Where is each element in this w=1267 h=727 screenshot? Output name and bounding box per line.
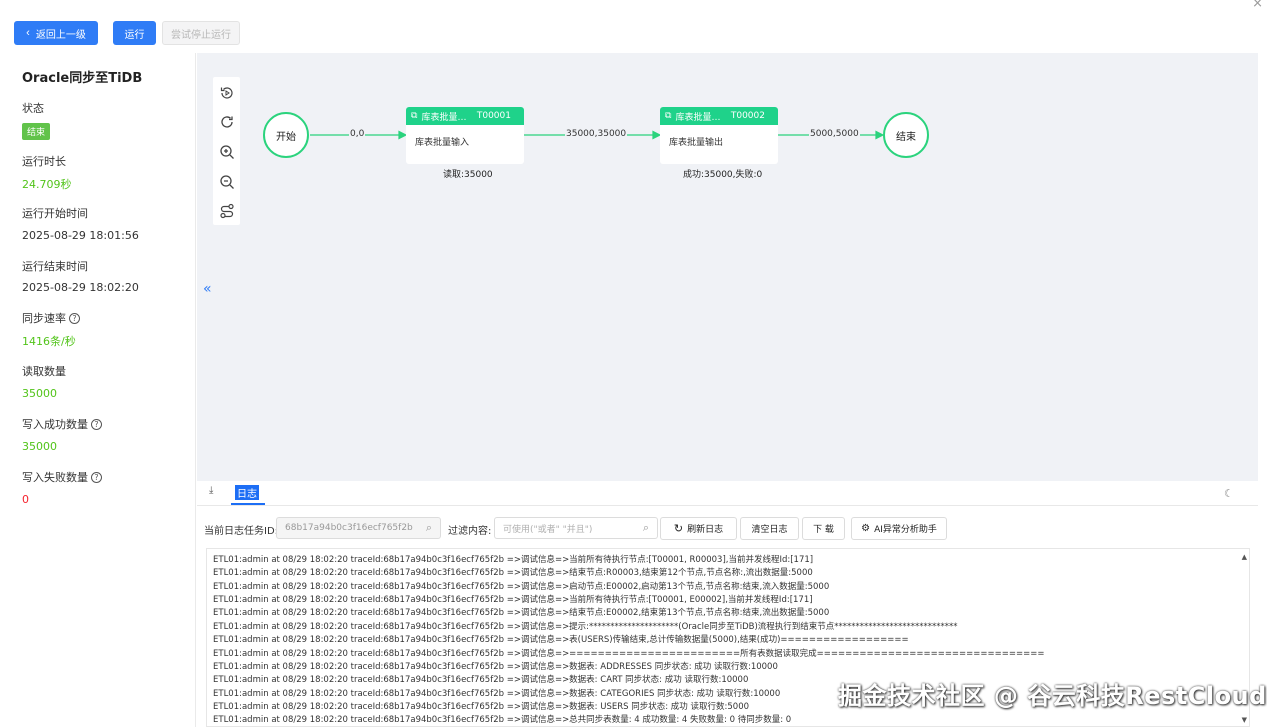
write-success-value: 35000 bbox=[22, 440, 57, 453]
task-node-header: ⧉ 库表批量… T00001 bbox=[406, 107, 524, 125]
refresh-icon: ↻ bbox=[673, 522, 684, 535]
search-icon[interactable]: ⌕ bbox=[643, 521, 649, 535]
start-node[interactable]: 开始 bbox=[263, 112, 309, 158]
end-time-label: 运行结束时间 bbox=[22, 260, 88, 273]
help-icon[interactable]: ? bbox=[69, 312, 80, 324]
log-line: ETL01:admin at 08/29 18:02:20 traceId:68… bbox=[213, 635, 909, 645]
tab-log[interactable]: 日志 bbox=[235, 485, 259, 500]
start-time-value: 2025-08-29 18:01:56 bbox=[22, 229, 139, 242]
gear-icon: ⚙ bbox=[861, 523, 871, 534]
back-button[interactable]: ‹ 返回上一级 bbox=[14, 21, 98, 45]
stop-button[interactable]: 尝试停止运行 bbox=[162, 21, 240, 45]
table-icon: ⧉ bbox=[665, 111, 672, 121]
task-node-title: 库表批量… bbox=[675, 112, 721, 123]
scroll-up-icon[interactable]: ▲ bbox=[1242, 553, 1247, 561]
status-badge: 结束 bbox=[22, 123, 51, 140]
task-id-value: 68b17a94b0c3f16ecf765f2b bbox=[285, 523, 413, 533]
filter-placeholder: 可使用("或者" "并且") bbox=[503, 524, 593, 535]
edge-label-middle: 35000,35000 bbox=[565, 129, 628, 139]
scroll-down-icon[interactable]: ▼ bbox=[1242, 716, 1247, 724]
write-fail-label-text: 写入失败数量 bbox=[22, 471, 88, 484]
chevron-left-icon: ‹ bbox=[26, 27, 30, 39]
status-label: 状态 bbox=[22, 102, 44, 115]
task-id-input[interactable]: 68b17a94b0c3f16ecf765f2b ⌕ bbox=[276, 517, 441, 539]
log-line: ETL01:admin at 08/29 18:02:20 traceId:68… bbox=[213, 675, 749, 685]
task-node-t00001[interactable]: ⧉ 库表批量… T00001 库表批量输入 bbox=[406, 107, 524, 164]
sync-rate-label: 同步速率 ? bbox=[22, 310, 80, 326]
top-toolbar: ‹ 返回上一级 运行 尝试停止运行 × bbox=[0, 0, 1267, 52]
sync-rate-label-text: 同步速率 bbox=[22, 312, 66, 325]
log-line: ETL01:admin at 08/29 18:02:20 traceId:68… bbox=[213, 715, 792, 725]
log-line: ETL01:admin at 08/29 18:02:20 traceId:68… bbox=[213, 622, 958, 632]
log-line: ETL01:admin at 08/29 18:02:20 traceId:68… bbox=[213, 702, 750, 712]
task-node-t00002[interactable]: ⧉ 库表批量… T00002 库表批量输出 bbox=[660, 107, 778, 164]
ai-assistant-label: AI异常分析助手 bbox=[874, 525, 937, 535]
back-button-label: 返回上一级 bbox=[35, 29, 86, 41]
watermark: 掘金技术社区 @ 谷云科技RestCloud bbox=[838, 682, 1267, 710]
close-icon[interactable]: × bbox=[1252, 0, 1263, 11]
task-node-id: T00002 bbox=[730, 111, 765, 121]
log-line: ETL01:admin at 08/29 18:02:20 traceId:68… bbox=[213, 608, 830, 618]
search-icon[interactable]: ⌕ bbox=[426, 521, 432, 535]
task-node-body: 库表批量输出 bbox=[669, 138, 724, 148]
clear-log-button[interactable]: 清空日志 bbox=[740, 517, 799, 540]
start-time-label: 运行开始时间 bbox=[22, 207, 88, 220]
refresh-log-label: 刷新日志 bbox=[687, 525, 724, 535]
log-line: ETL01:admin at 08/29 18:02:20 traceId:68… bbox=[213, 568, 813, 578]
write-success-label-text: 写入成功数量 bbox=[22, 418, 88, 431]
run-summary-panel: Oracle同步至TiDB 状态 结束 运行时长 24.709秒 运行开始时间 … bbox=[8, 53, 196, 727]
task-node-body: 库表批量输入 bbox=[415, 138, 470, 148]
edge-label-start: 0,0 bbox=[349, 129, 366, 139]
log-line: ETL01:admin at 08/29 18:02:20 traceId:68… bbox=[213, 595, 813, 605]
tab-underline bbox=[231, 503, 265, 505]
log-line: ETL01:admin at 08/29 18:02:20 traceId:68… bbox=[213, 649, 1045, 659]
sync-rate-value: 1416条/秒 bbox=[22, 335, 76, 348]
log-line: ETL01:admin at 08/29 18:02:20 traceId:68… bbox=[213, 662, 778, 672]
run-button[interactable]: 运行 bbox=[113, 21, 156, 45]
write-fail-label: 写入失败数量 ? bbox=[22, 469, 102, 485]
task-node-id: T00001 bbox=[476, 111, 511, 121]
table-icon: ⧉ bbox=[411, 111, 418, 121]
log-line: ETL01:admin at 08/29 18:02:20 traceId:68… bbox=[213, 582, 830, 592]
filter-input[interactable]: 可使用("或者" "并且") ⌕ bbox=[494, 517, 658, 539]
write-fail-value: 0 bbox=[22, 493, 29, 506]
duration-value: 24.709秒 bbox=[22, 178, 72, 191]
end-node[interactable]: 结束 bbox=[883, 112, 929, 158]
task-node-header: ⧉ 库表批量… T00002 bbox=[660, 107, 778, 125]
edge-label-end: 5000,5000 bbox=[809, 129, 860, 139]
log-line: ETL01:admin at 08/29 18:02:20 traceId:68… bbox=[213, 689, 781, 699]
refresh-log-button[interactable]: ↻ 刷新日志 bbox=[660, 517, 737, 540]
download-button[interactable]: 下 载 bbox=[802, 517, 845, 540]
download-arrow-icon[interactable]: ⤓ bbox=[209, 485, 213, 496]
moon-icon[interactable]: ☾ bbox=[1224, 487, 1234, 500]
end-time-value: 2025-08-29 18:02:20 bbox=[22, 281, 139, 294]
flow-canvas[interactable]: « 0,0 35000,35000 5000,5000 开始 ⧉ 库表批量… T… bbox=[197, 53, 1258, 481]
task-node-caption: 读取:35000 bbox=[443, 170, 493, 180]
help-icon[interactable]: ? bbox=[91, 471, 102, 483]
task-id-label: 当前日志任务ID: bbox=[204, 526, 279, 537]
help-icon[interactable]: ? bbox=[91, 418, 102, 430]
ai-assistant-button[interactable]: ⚙ AI异常分析助手 bbox=[851, 517, 947, 540]
log-tabs: ⤓ 日志 ☾ bbox=[197, 481, 1258, 506]
log-line: ETL01:admin at 08/29 18:02:20 traceId:68… bbox=[213, 555, 814, 565]
read-count-label: 读取数量 bbox=[22, 365, 66, 378]
filter-label: 过滤内容: bbox=[448, 526, 492, 537]
task-node-caption: 成功:35000,失败:0 bbox=[683, 170, 763, 180]
write-success-label: 写入成功数量 ? bbox=[22, 416, 102, 432]
job-title: Oracle同步至TiDB bbox=[22, 71, 143, 86]
read-count-value: 35000 bbox=[22, 387, 57, 400]
task-node-title: 库表批量… bbox=[421, 112, 467, 123]
duration-label: 运行时长 bbox=[22, 155, 66, 168]
